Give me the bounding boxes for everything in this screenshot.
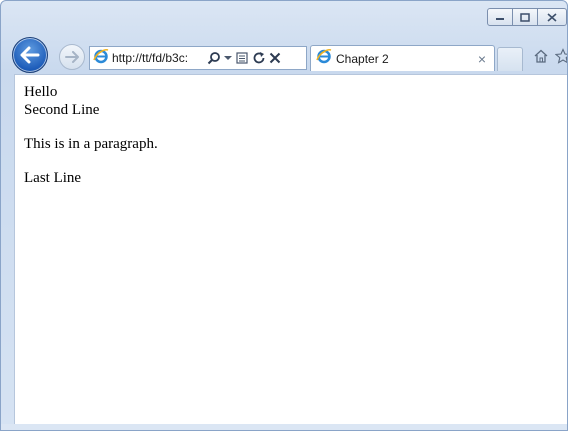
new-tab-button[interactable] [497, 47, 523, 71]
navigation-bar: http://tt/fd/b3c: Chapter 2 × [1, 36, 567, 73]
back-button[interactable] [12, 37, 48, 73]
address-url[interactable]: http://tt/fd/b3c: [112, 51, 204, 65]
browser-window: http://tt/fd/b3c: Chapter 2 × Hello Seco… [0, 0, 568, 431]
text-line-hello: Hello [24, 84, 58, 100]
forward-button[interactable] [59, 44, 85, 70]
text-line-second: Second Line [24, 102, 100, 118]
refresh-icon[interactable] [252, 51, 266, 65]
ie-icon [316, 48, 332, 69]
maximize-icon [520, 12, 530, 22]
favorites-star-icon[interactable] [554, 48, 567, 69]
close-icon [547, 12, 557, 22]
minimize-button[interactable] [487, 8, 513, 26]
address-bar[interactable]: http://tt/fd/b3c: [89, 46, 307, 70]
chevron-down-icon[interactable] [224, 55, 232, 61]
back-arrow-icon [20, 46, 40, 64]
home-icon[interactable] [533, 48, 549, 69]
window-bottom-border [1, 424, 567, 430]
minimize-icon [496, 18, 504, 20]
paragraph: This is in a paragraph. [24, 136, 158, 152]
ie-icon [93, 48, 109, 69]
tab-title: Chapter 2 [336, 51, 389, 66]
window-caption-buttons [487, 8, 567, 26]
search-icon[interactable] [207, 51, 221, 65]
tab-chapter-2[interactable]: Chapter 2 × [310, 45, 495, 71]
forward-arrow-icon [65, 51, 79, 63]
maximize-button[interactable] [512, 8, 538, 26]
text-line-last: Last Line [24, 170, 82, 186]
close-window-button[interactable] [537, 8, 567, 26]
page-content: Hello Second Line This is in a paragraph… [14, 74, 567, 426]
tab-close-button[interactable]: × [478, 51, 486, 67]
stop-icon[interactable] [269, 52, 281, 64]
compatibility-view-icon[interactable] [235, 51, 249, 65]
document-body: Hello Second Line This is in a paragraph… [15, 75, 567, 187]
